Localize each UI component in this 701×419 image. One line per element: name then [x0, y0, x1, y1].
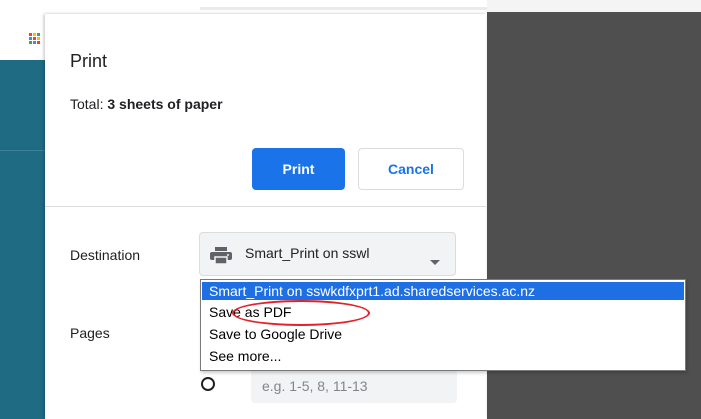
custom-pages-input[interactable] — [251, 369, 457, 403]
left-side-panel — [0, 60, 46, 419]
destination-label: Destination — [70, 247, 141, 263]
destination-option-google-drive[interactable]: Save to Google Drive — [202, 325, 684, 343]
print-button[interactable]: Print — [252, 148, 345, 190]
cancel-button[interactable]: Cancel — [358, 148, 464, 190]
destination-option-see-more[interactable]: See more... — [202, 347, 684, 365]
preview-top-strip — [487, 0, 701, 12]
destination-select[interactable]: Smart_Print on sswl — [199, 232, 456, 276]
header-divider — [45, 206, 486, 207]
sheet-total-label: Total: — [70, 96, 108, 112]
pages-label: Pages — [70, 325, 110, 341]
save-as-pdf-highlight-ring — [232, 300, 370, 326]
destination-value: Smart_Print on sswl — [245, 245, 370, 261]
chevron-down-icon — [430, 252, 440, 270]
left-panel-divider — [0, 150, 46, 151]
custom-pages-radio[interactable] — [201, 377, 215, 391]
dialog-title: Print — [70, 51, 108, 71]
destination-option-smart-print[interactable]: Smart_Print on sswkdfxprt1.ad.sharedserv… — [202, 282, 684, 300]
printer-icon — [210, 247, 232, 269]
sheet-total: Total: 3 sheets of paper — [70, 96, 223, 112]
destination-dropdown-list: Smart_Print on sswkdfxprt1.ad.sharedserv… — [200, 279, 686, 371]
apps-grid-icon[interactable] — [29, 33, 41, 45]
sheet-total-value: 3 sheets of paper — [107, 96, 223, 112]
